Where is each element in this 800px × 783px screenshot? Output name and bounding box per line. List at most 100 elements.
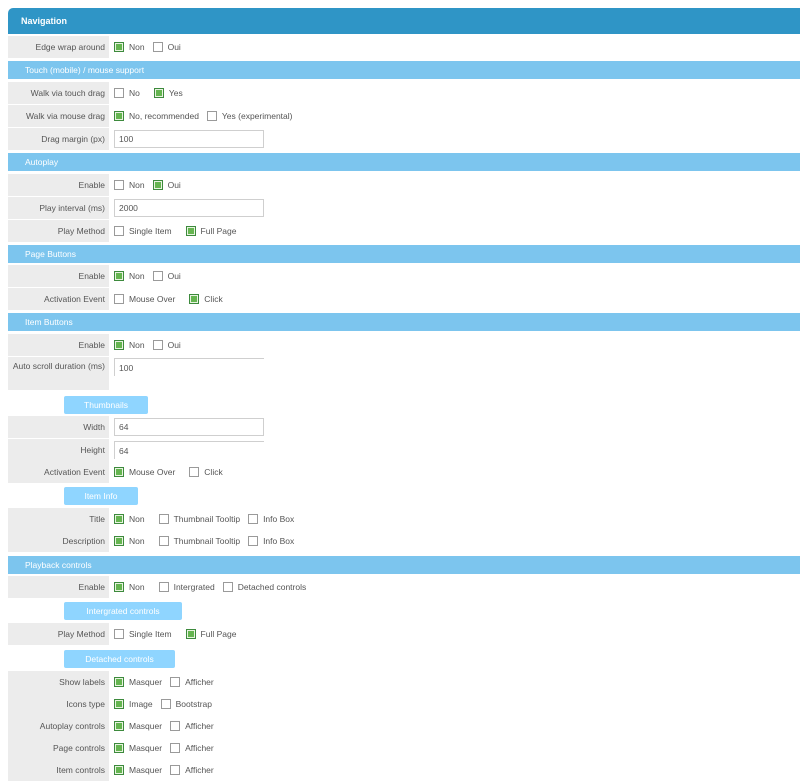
checkbox[interactable]	[170, 677, 181, 687]
page-controls-masquer-option[interactable]: Masquer	[114, 743, 162, 753]
playback-single-item-option[interactable]: Single Item	[114, 629, 172, 639]
item-info-subheader: Item Info	[64, 487, 138, 505]
play-interval-input[interactable]	[114, 199, 264, 217]
checkbox[interactable]	[152, 180, 163, 190]
page-buttons-event-label: Activation Event	[8, 288, 109, 310]
item-controls-masquer-option[interactable]: Masquer	[114, 765, 162, 775]
checkbox[interactable]	[152, 271, 163, 281]
thumb-height-input[interactable]	[114, 441, 264, 459]
touch-section-header: Touch (mobile) / mouse support	[8, 61, 800, 79]
show-labels-masquer-option[interactable]: Masquer	[114, 677, 162, 687]
page-controls-afficher-option[interactable]: Afficher	[170, 743, 214, 753]
checkbox[interactable]	[206, 111, 217, 121]
checkbox[interactable]	[152, 42, 163, 52]
item-controls-afficher-option[interactable]: Afficher	[170, 765, 214, 775]
checkbox[interactable]	[114, 677, 124, 687]
checkbox[interactable]	[185, 226, 196, 236]
checkbox[interactable]	[185, 629, 196, 639]
thumb-width-input[interactable]	[114, 418, 264, 436]
page-buttons-oui-option[interactable]: Oui	[152, 271, 181, 281]
description-non-option[interactable]: Non	[114, 536, 145, 546]
checkbox[interactable]	[158, 536, 169, 546]
autoplay-full-page-option[interactable]: Full Page	[185, 226, 236, 236]
checkbox[interactable]	[189, 467, 200, 477]
checkbox[interactable]	[114, 271, 124, 281]
item-event-mouse-over-option[interactable]: Mouse Over	[114, 467, 175, 477]
page-buttons-section-header: Page Buttons	[8, 245, 800, 263]
checkbox[interactable]	[160, 699, 171, 709]
item-event-row: Activation Event Mouse Over Click	[8, 461, 800, 483]
item-controls-label: Item controls	[8, 759, 109, 781]
playback-integrated-option[interactable]: Intergrated	[158, 582, 215, 592]
walk-mouse-no-option[interactable]: No, recommended	[114, 111, 199, 121]
checkbox[interactable]	[222, 582, 233, 592]
checkbox[interactable]	[114, 699, 124, 709]
item-buttons-oui-option[interactable]: Oui	[152, 340, 181, 350]
checkbox[interactable]	[114, 111, 124, 121]
checkbox[interactable]	[114, 582, 124, 592]
edge-wrap-label: Edge wrap around	[8, 36, 109, 58]
edge-wrap-non-option[interactable]: Non	[114, 42, 145, 52]
checkbox[interactable]	[114, 340, 124, 350]
checkbox[interactable]	[114, 88, 124, 98]
autoplay-enable-oui-option[interactable]: Oui	[152, 180, 181, 190]
checkbox[interactable]	[114, 721, 124, 731]
checkbox[interactable]	[158, 582, 169, 592]
item-buttons-section-header: Item Buttons	[8, 313, 800, 331]
play-interval-label: Play interval (ms)	[8, 197, 109, 219]
show-labels-afficher-option[interactable]: Afficher	[170, 677, 214, 687]
checkbox[interactable]	[114, 629, 124, 639]
playback-non-option[interactable]: Non	[114, 582, 145, 592]
checkbox[interactable]	[248, 536, 259, 546]
page-buttons-mouse-over-option[interactable]: Mouse Over	[114, 294, 175, 304]
item-event-click-option[interactable]: Click	[189, 467, 223, 477]
title-info-box-option[interactable]: Info Box	[248, 514, 294, 524]
page-buttons-non-option[interactable]: Non	[114, 271, 145, 281]
checkbox[interactable]	[114, 514, 124, 524]
walk-touch-yes-option[interactable]: Yes	[153, 88, 183, 98]
autoplay-controls-masquer-option[interactable]: Masquer	[114, 721, 162, 731]
checkbox[interactable]	[114, 765, 124, 775]
page-buttons-click-option[interactable]: Click	[189, 294, 223, 304]
drag-margin-input[interactable]	[114, 130, 264, 148]
checkbox[interactable]	[114, 294, 124, 304]
item-buttons-enable-row: Enable Non Oui	[8, 334, 800, 356]
description-info-box-option[interactable]: Info Box	[248, 536, 294, 546]
checkbox[interactable]	[114, 467, 124, 477]
autoplay-single-item-option[interactable]: Single Item	[114, 226, 172, 236]
integrated-controls-subheader: Intergrated controls	[64, 602, 182, 620]
edge-wrap-oui-option[interactable]: Oui	[152, 42, 181, 52]
playback-method-label: Play Method	[8, 623, 109, 645]
checkbox[interactable]	[158, 514, 169, 524]
description-tooltip-option[interactable]: Thumbnail Tooltip	[158, 536, 240, 546]
edge-wrap-row: Edge wrap around Non Oui	[8, 36, 800, 58]
title-non-option[interactable]: Non	[114, 514, 145, 524]
autoplay-controls-afficher-option[interactable]: Afficher	[170, 721, 214, 731]
icons-type-image-option[interactable]: Image	[114, 699, 153, 709]
walk-mouse-yes-option[interactable]: Yes (experimental)	[206, 111, 292, 121]
checkbox[interactable]	[248, 514, 259, 524]
walk-touch-label: Walk via touch drag	[8, 82, 109, 104]
playback-detached-option[interactable]: Detached controls	[222, 582, 306, 592]
autoplay-enable-non-option[interactable]: Non	[114, 180, 145, 190]
thumbnails-subheader: Thumbnails	[64, 396, 148, 414]
checkbox[interactable]	[170, 743, 181, 753]
checkbox[interactable]	[170, 721, 181, 731]
checkbox[interactable]	[170, 765, 181, 775]
checkbox[interactable]	[152, 340, 163, 350]
title-tooltip-option[interactable]: Thumbnail Tooltip	[158, 514, 240, 524]
autoplay-controls-label: Autoplay controls	[8, 715, 109, 737]
icons-type-bootstrap-option[interactable]: Bootstrap	[160, 699, 212, 709]
checkbox[interactable]	[189, 294, 200, 304]
item-buttons-non-option[interactable]: Non	[114, 340, 145, 350]
checkbox[interactable]	[114, 536, 124, 546]
walk-touch-no-option[interactable]: No	[114, 88, 140, 98]
auto-scroll-input[interactable]	[114, 358, 264, 376]
checkbox[interactable]	[114, 226, 124, 236]
checkbox[interactable]	[153, 88, 164, 98]
autoplay-controls-row: Autoplay controls Masquer Afficher	[8, 715, 800, 737]
checkbox[interactable]	[114, 743, 124, 753]
checkbox[interactable]	[114, 180, 124, 190]
playback-full-page-option[interactable]: Full Page	[185, 629, 236, 639]
checkbox[interactable]	[114, 42, 124, 52]
